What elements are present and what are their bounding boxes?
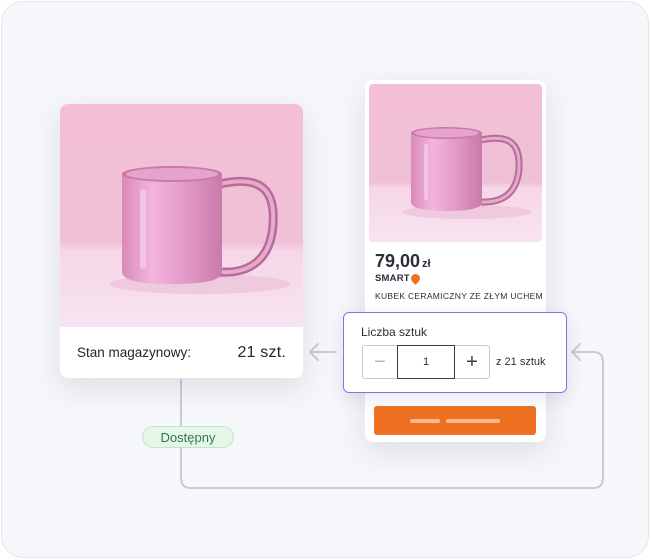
product-price: 79,00 zł bbox=[375, 251, 431, 272]
quantity-selector: Liczba sztuk − 1 + z 21 sztuk bbox=[343, 312, 567, 393]
smart-pin-icon bbox=[408, 272, 422, 285]
plus-icon[interactable]: + bbox=[455, 346, 489, 378]
mug-photo bbox=[60, 104, 303, 327]
add-to-cart-button[interactable] bbox=[374, 406, 536, 435]
mug-photo[interactable] bbox=[369, 84, 542, 242]
smart-badge-label: SMART bbox=[375, 273, 410, 284]
cta-placeholder-bar bbox=[446, 418, 500, 423]
cta-placeholder-bar bbox=[410, 418, 440, 423]
stock-row: Stan magazynowy: 21 szt. bbox=[60, 327, 303, 378]
stock-label: Stan magazynowy: bbox=[77, 345, 192, 360]
stock-card: Stan magazynowy: 21 szt. bbox=[60, 104, 303, 378]
price-currency: zł bbox=[422, 258, 431, 270]
quantity-label: Liczba sztuk bbox=[361, 325, 428, 339]
quantity-input[interactable]: 1 bbox=[397, 345, 455, 379]
product-name[interactable]: KUBEK CERAMICZNY ZE ZŁYM UCHEM bbox=[375, 291, 543, 301]
quantity-stepper: − 1 + bbox=[362, 345, 490, 379]
availability-badge: Dostępny bbox=[142, 426, 234, 448]
minus-icon[interactable]: − bbox=[363, 346, 397, 378]
quantity-max-text: z 21 sztuk bbox=[496, 356, 546, 368]
price-amount: 79,00 bbox=[375, 251, 421, 271]
stock-value: 21 szt. bbox=[237, 343, 286, 361]
smart-badge: SMART bbox=[375, 272, 422, 285]
